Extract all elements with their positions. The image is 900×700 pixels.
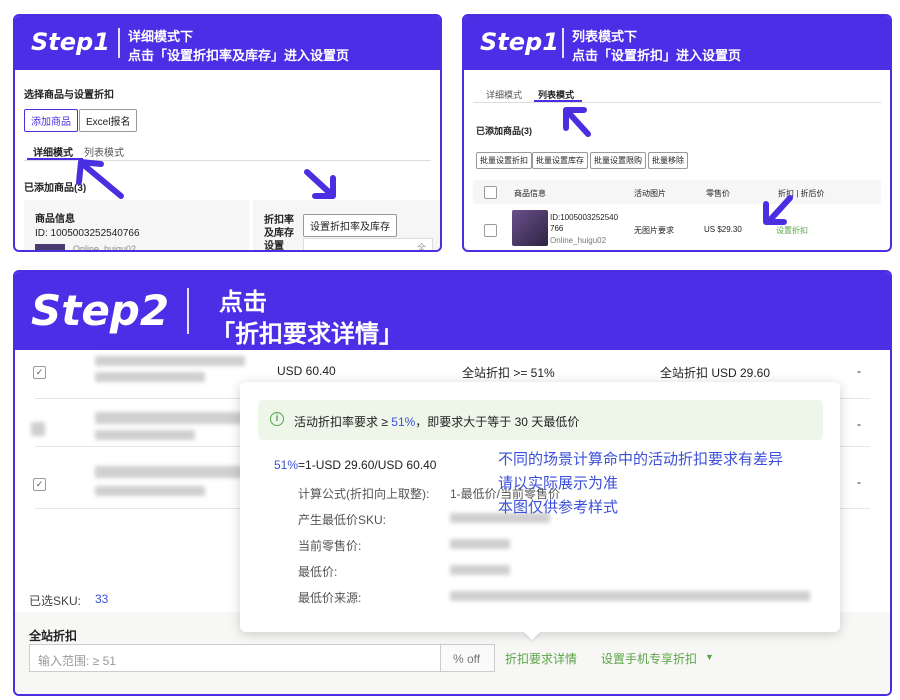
requirement-suffix: ，即要求大于等于 30 天最低价 (415, 415, 580, 429)
blurred-product-2b (95, 430, 195, 440)
row-checkbox-3[interactable]: ✓ (33, 478, 46, 491)
discount-detail-link[interactable]: 折扣要求详情 (505, 650, 577, 667)
current-price-label: 当前零售价: (298, 539, 362, 553)
step1-detail-panel: Step1 详细模式下 点击「设置折扣率及库存」进入设置页 选择商品与设置折扣 … (13, 14, 442, 252)
batch-stock-button[interactable]: 批量设置库存 (532, 152, 588, 169)
col-product-info: 商品信息 (514, 189, 546, 198)
add-product-button[interactable]: 添加商品 (24, 109, 78, 132)
formula-rest: =1-USD 29.60/USD 60.40 (298, 458, 437, 472)
tab-detail-mode[interactable]: 详细模式 (486, 88, 522, 101)
product-thumbnail (512, 210, 548, 246)
blurred-price-source (450, 591, 810, 601)
info-icon: i (270, 412, 284, 426)
annotation-line1: 不同的场景计算命中的活动折扣要求有差异 (498, 451, 784, 468)
blurred-product-3 (95, 466, 245, 478)
col-retail-price: 零售价 (706, 189, 730, 198)
row1-price: USD 60.40 (277, 364, 336, 378)
selected-sku-count: 33 (95, 592, 109, 606)
blurred-current-price (450, 539, 510, 549)
tab-list-mode[interactable]: 列表模式 (84, 144, 124, 159)
banner-separator (118, 28, 120, 58)
step-label: Step1 (31, 28, 110, 56)
product-thumbnail (35, 244, 65, 250)
step1-list-banner: Step1 列表模式下 点击「设置折扣」进入设置页 (464, 16, 890, 70)
retail-price: US $29.30 (704, 225, 742, 234)
discount-detail-popover: i 活动折扣率要求 ≥ 51%，即要求大于等于 30 天最低价 51%=1-US… (240, 382, 840, 640)
step1-list-panel: Step1 列表模式下 点击「设置折扣」进入设置页 详细模式 列表模式 已添加商… (462, 14, 892, 252)
formula-line: 51%=1-USD 29.60/USD 60.40 (274, 458, 436, 472)
select-all-checkbox[interactable] (484, 186, 497, 199)
step2-banner: Step2 点击 「折扣要求详情」 (15, 272, 890, 350)
requirement-percent: 51% (391, 415, 416, 429)
sku-label: 产生最低价SKU: (298, 513, 387, 527)
row-checkbox[interactable] (484, 224, 497, 237)
row1-final: 全站折扣 USD 29.60 (660, 366, 771, 380)
banner-separator (562, 28, 564, 58)
discount-range-placeholder: 输入范围: ≥ 51 (38, 654, 116, 668)
arrow-to-detail-tab (76, 159, 124, 199)
all-label: 全 (417, 243, 427, 252)
banner-line1: 列表模式下 (572, 29, 638, 44)
row1-rule: 全站折扣 >= 51% (462, 366, 555, 380)
section-title: 选择商品与设置折扣 (24, 90, 114, 101)
discount-suffix-box: % off (441, 644, 495, 672)
banner-line2: 点击「设置折扣」进入设置页 (572, 48, 742, 63)
mobile-discount-link[interactable]: 设置手机专享折扣 (601, 650, 697, 667)
blurred-product-1 (95, 356, 245, 366)
stock-field[interactable] (303, 238, 433, 250)
row1-dash: - (857, 364, 861, 378)
batch-remove-button[interactable]: 批量移除 (648, 152, 688, 169)
discount-range-input[interactable]: 输入范围: ≥ 51 (29, 644, 441, 672)
batch-discount-button[interactable]: 批量设置折扣 (476, 152, 532, 169)
site-discount-label: 全站折扣 (29, 629, 78, 643)
batch-limit-button[interactable]: 批量设置限购 (590, 152, 646, 169)
tab-detail-mode[interactable]: 详细模式 (33, 144, 73, 159)
lowest-price-label: 最低价: (298, 565, 338, 579)
banner-line1: 详细模式下 (128, 29, 194, 44)
banner-line2: 「折扣要求详情」 (211, 321, 403, 348)
row2-dash: - (857, 417, 861, 431)
row3-dash: - (857, 475, 861, 489)
annotation-line2: 请以实际展示为准 (498, 475, 619, 492)
image-requirement: 无图片要求 (634, 226, 674, 235)
selected-sku-label: 已选SKU: (29, 594, 82, 608)
blurred-lowest-price (450, 565, 510, 575)
step-label: Step1 (480, 28, 559, 56)
arrow-to-set-discount-link (763, 195, 793, 225)
col-activity-image: 活动图片 (634, 189, 666, 198)
product-id: ID: 1005003252540766 (35, 228, 140, 239)
set-discount-stock-button[interactable]: 设置折扣率及库存 (303, 214, 397, 237)
blurred-checkbox-2 (31, 422, 45, 436)
annotation-line3: 本图仅供参考样式 (498, 499, 619, 516)
requirement-prefix: 活动折扣率要求 ≥ (294, 415, 392, 429)
tab-divider (473, 102, 881, 103)
requirement-note: i 活动折扣率要求 ≥ 51%，即要求大于等于 30 天最低价 (258, 400, 823, 440)
store-name: Online_huigu02 (73, 244, 137, 252)
popover-pointer (524, 632, 540, 640)
product-id: ID:1005003252540766 (550, 213, 619, 233)
product-info-header: 商品信息 (35, 214, 75, 225)
blurred-product-1b (95, 372, 205, 382)
arrow-to-set-discount (304, 169, 336, 199)
formula-percent: 51% (274, 458, 299, 472)
percent-off-suffix: % off (453, 652, 481, 666)
row-checkbox-1[interactable]: ✓ (33, 366, 46, 379)
excel-signup-button[interactable]: Excel报名 (79, 109, 138, 132)
blurred-product-2 (95, 412, 245, 424)
chevron-down-icon[interactable]: ▼ (705, 652, 714, 662)
added-count: 已添加商品(3) (476, 126, 532, 136)
store-name: Online_huigu02 (550, 236, 607, 245)
discount-stock-label: 折扣率及库存设置 (264, 215, 294, 252)
banner-line1: 点击 (219, 289, 267, 316)
step-label: Step2 (31, 286, 170, 335)
blurred-product-3b (95, 486, 205, 496)
step1-detail-banner: Step1 详细模式下 点击「设置折扣率及库存」进入设置页 (15, 16, 440, 70)
price-source-label: 最低价来源: (298, 591, 362, 605)
requirement-text: 活动折扣率要求 ≥ 51%，即要求大于等于 30 天最低价 (294, 413, 579, 430)
formula-label: 计算公式(折扣向上取整): (298, 487, 430, 501)
banner-line2: 点击「设置折扣率及库存」进入设置页 (128, 48, 350, 63)
arrow-to-list-tab (563, 107, 591, 137)
banner-separator (187, 288, 189, 334)
